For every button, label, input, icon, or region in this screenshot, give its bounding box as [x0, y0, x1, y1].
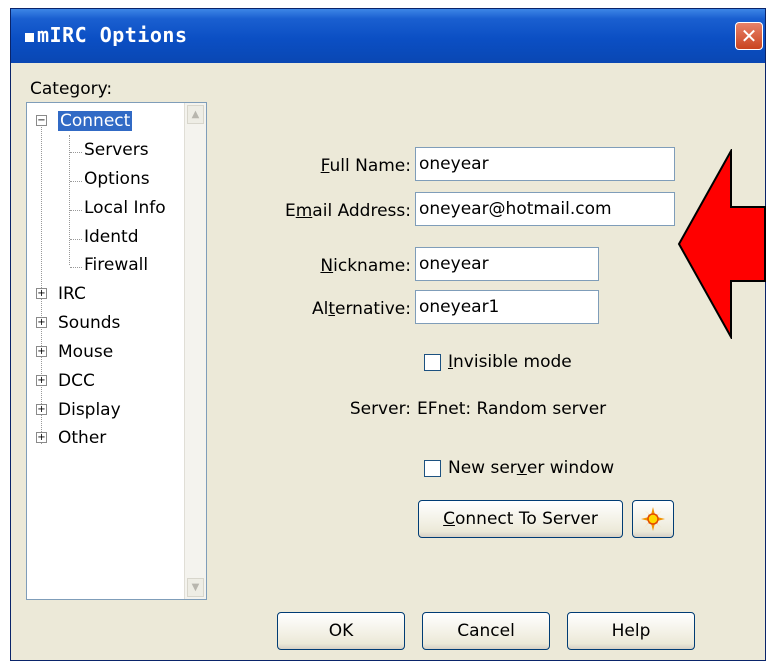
tree-item-label: Local Info	[84, 198, 166, 218]
tree-item-label: Options	[84, 169, 150, 189]
favorites-button[interactable]	[632, 500, 674, 538]
tree-item-dcc[interactable]: + DCC	[36, 371, 95, 391]
tree-item-connect[interactable]: − Connect	[36, 111, 133, 131]
close-icon: ✕	[740, 24, 758, 48]
tree-line	[70, 152, 82, 153]
expand-icon[interactable]: +	[36, 317, 47, 328]
full-name-label: Full Name:	[320, 156, 411, 176]
tree-line	[69, 135, 70, 265]
alternative-label: Alternative:	[311, 299, 411, 319]
server-value: EFnet: Random server	[417, 399, 607, 419]
tree-item-label: Servers	[84, 140, 149, 160]
invisible-mode-checkbox[interactable]	[424, 354, 441, 371]
new-server-window-checkbox[interactable]	[424, 460, 441, 477]
expand-icon[interactable]: +	[36, 288, 47, 299]
tree-item-label: Firewall	[84, 255, 149, 275]
nickname-input[interactable]: oneyear	[415, 247, 599, 281]
ok-button[interactable]: OK	[277, 612, 405, 650]
tree-item-label: Mouse	[58, 342, 114, 362]
tree-item-irc[interactable]: + IRC	[36, 284, 86, 304]
alternative-input[interactable]: oneyear1	[415, 290, 599, 324]
tree-item-label: Sounds	[58, 313, 121, 333]
tree-item-other[interactable]: + Other	[36, 428, 106, 448]
tree-item-label: Other	[58, 428, 107, 448]
category-label: Category:	[30, 79, 113, 99]
cancel-button[interactable]: Cancel	[422, 612, 550, 650]
tree-line	[70, 267, 82, 268]
expand-icon[interactable]: +	[36, 375, 47, 386]
window-title: mIRC Options	[37, 23, 188, 47]
tree-item-label: Display	[58, 400, 121, 420]
expand-icon[interactable]: +	[36, 432, 47, 443]
connect-to-server-button[interactable]: Connect To Server	[418, 500, 623, 538]
tree-item-mouse[interactable]: + Mouse	[36, 342, 113, 362]
tree-scrollbar[interactable]: ▲ ▼	[184, 103, 206, 599]
star-burst-icon	[641, 507, 665, 531]
tree-item-label: DCC	[58, 371, 95, 391]
collapse-icon[interactable]: −	[36, 115, 47, 126]
expand-icon[interactable]: +	[36, 404, 47, 415]
expand-icon[interactable]: +	[36, 346, 47, 357]
tree-item-label: Identd	[84, 227, 139, 247]
nickname-label: Nickname:	[320, 256, 411, 276]
category-tree[interactable]: − Connect Servers Options Local Info Ide…	[26, 102, 207, 600]
close-button[interactable]: ✕	[735, 22, 763, 50]
tree-item-local-info[interactable]: Local Info	[84, 198, 166, 218]
full-name-input[interactable]: oneyear	[415, 147, 675, 181]
tree-line	[70, 181, 82, 182]
tree-item-display[interactable]: + Display	[36, 400, 121, 420]
tree-item-label: IRC	[58, 284, 86, 304]
email-input[interactable]: oneyear@hotmail.com	[415, 192, 675, 226]
tree-item-servers[interactable]: Servers	[84, 140, 149, 160]
help-button[interactable]: Help	[567, 612, 695, 650]
tree-line	[70, 239, 82, 240]
options-dialog: mIRC Options ✕ Category: − Connect Serve…	[10, 8, 766, 661]
server-label: Server:	[349, 399, 411, 419]
red-arrow-annotation	[677, 149, 766, 339]
tree-line	[70, 210, 82, 211]
mirc-icon	[25, 33, 34, 42]
invisible-mode-label[interactable]: Invisible mode	[448, 352, 572, 372]
tree-item-label: Connect	[58, 111, 133, 131]
tree-item-options[interactable]: Options	[84, 169, 150, 189]
tree-item-identd[interactable]: Identd	[84, 227, 139, 247]
title-bar[interactable]: mIRC Options ✕	[11, 9, 765, 63]
scroll-down-icon[interactable]: ▼	[187, 578, 204, 597]
tree-item-sounds[interactable]: + Sounds	[36, 313, 120, 333]
scroll-up-icon[interactable]: ▲	[187, 105, 204, 124]
email-label: Email Address:	[284, 201, 411, 221]
new-server-window-label[interactable]: New server window	[448, 458, 614, 478]
tree-item-firewall[interactable]: Firewall	[84, 255, 148, 275]
